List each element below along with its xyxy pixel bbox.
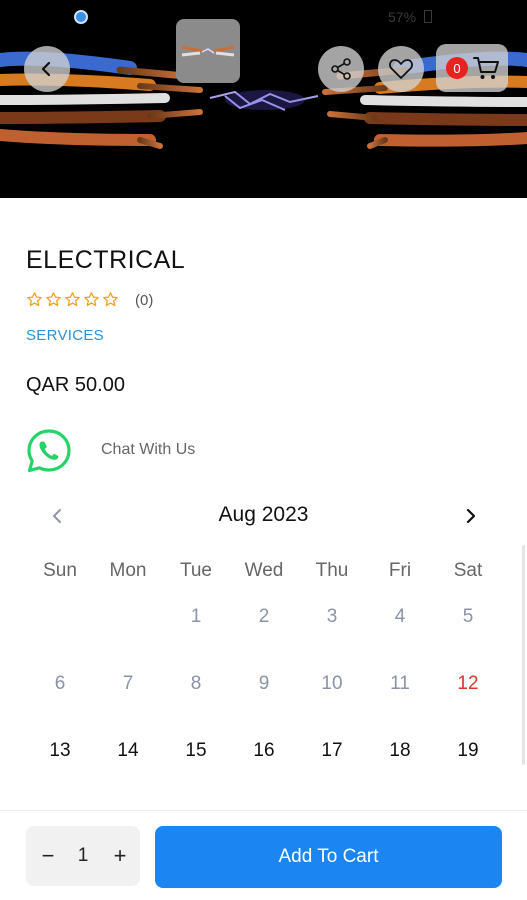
whatsapp-icon[interactable] <box>25 427 73 475</box>
chat-with-us-link[interactable]: Chat With Us <box>101 441 195 459</box>
thumbnail-wires-icon <box>181 45 235 57</box>
add-to-cart-button[interactable]: Add To Cart <box>155 826 502 888</box>
weekday-label: Fri <box>388 560 412 581</box>
star-icon <box>84 292 99 307</box>
calendar-day-past: 9 <box>258 673 270 694</box>
calendar-day-past: 6 <box>54 673 66 694</box>
calendar-month-label: Aug 2023 <box>218 503 309 526</box>
calendar-day-past: 5 <box>462 606 474 627</box>
product-price: QAR 50.00 <box>26 374 125 396</box>
rating-stars <box>26 291 119 308</box>
star-icon <box>46 292 61 307</box>
calendar-day-future[interactable]: 14 <box>94 739 162 806</box>
cart-icon <box>473 57 499 79</box>
calendar-days-grid: 1 2 3 4 5 6 7 8 9 10 11 12 13 14 15 16 17 18 19 <box>26 605 502 806</box>
review-count: (0) <box>135 292 154 309</box>
heart-icon <box>389 59 413 79</box>
calendar-day-past: 2 <box>258 606 270 627</box>
share-button[interactable] <box>318 46 364 92</box>
star-icon <box>103 292 118 307</box>
calendar-day-past: 10 <box>321 673 343 694</box>
weekday-label: Sun <box>43 560 77 581</box>
quantity-increase-button[interactable]: + <box>108 841 132 871</box>
chevron-left-icon <box>53 509 61 523</box>
calendar-empty-cell <box>26 605 94 672</box>
calendar-weekday-header: Sun Mon Tue Wed Thu Fri Sat <box>26 560 502 582</box>
calendar-day-future[interactable]: 16 <box>230 739 298 806</box>
weekday-label: Mon <box>109 560 147 581</box>
calendar-empty-cell <box>94 605 162 672</box>
calendar-day-past: 1 <box>190 606 202 627</box>
electrical-wires-image <box>0 51 527 149</box>
calendar-prev-month-button[interactable] <box>44 503 70 529</box>
calendar-day-past: 4 <box>394 606 406 627</box>
image-thumbnail[interactable] <box>176 19 240 83</box>
quantity-value: 1 <box>77 845 89 866</box>
calendar-day-past: 8 <box>190 673 202 694</box>
calendar-next-month-button[interactable] <box>458 503 484 529</box>
weekday-label: Wed <box>244 560 284 581</box>
battery-level: 57% <box>388 9 417 25</box>
star-icon <box>27 292 42 307</box>
category-link[interactable]: SERVICES <box>26 327 104 344</box>
weekday-label: Thu <box>315 560 349 581</box>
calendar-day-future[interactable]: 15 <box>162 739 230 806</box>
product-hero-image: 57% 0 <box>0 0 527 198</box>
back-arrow-icon <box>41 61 51 77</box>
share-icon <box>331 58 351 80</box>
notification-icon <box>74 10 88 24</box>
calendar-day-past: 11 <box>390 673 410 694</box>
cart-button[interactable]: 0 <box>436 44 508 92</box>
chevron-right-icon <box>466 508 476 524</box>
calendar-day-past: 3 <box>326 606 338 627</box>
quantity-decrease-button[interactable]: − <box>36 841 60 871</box>
back-button[interactable] <box>24 46 70 92</box>
calendar-day-future[interactable]: 13 <box>26 739 94 806</box>
weekday-label: Tue <box>179 560 213 581</box>
cart-count-badge: 0 <box>446 57 468 79</box>
scrollbar[interactable] <box>522 545 525 765</box>
calendar-day-future[interactable]: 18 <box>366 739 434 806</box>
star-icon <box>65 292 80 307</box>
status-bar: 57% <box>0 6 527 26</box>
product-title: ELECTRICAL <box>26 246 186 274</box>
calendar-day-today[interactable]: 12 <box>434 672 502 739</box>
favorite-button[interactable] <box>378 46 424 92</box>
calendar-day-future[interactable]: 19 <box>434 739 502 806</box>
calendar-day-past: 7 <box>122 673 134 694</box>
calendar-day-future[interactable]: 17 <box>298 739 366 806</box>
battery-icon <box>424 10 432 23</box>
weekday-label: Sat <box>453 560 483 581</box>
quantity-stepper: − 1 + <box>26 826 140 886</box>
